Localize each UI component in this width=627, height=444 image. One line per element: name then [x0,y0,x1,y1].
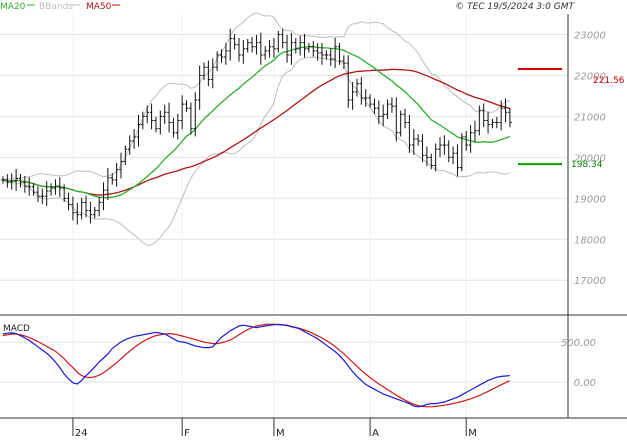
legend-ma50: MA50 [86,2,112,12]
macd-y-tick-label: 0.00 [574,378,596,389]
x-tick-label: A [372,428,379,439]
macd-y-tick-label: 500.00 [561,338,596,349]
y-tick-label: 23000 [574,30,606,41]
stock-chart: 170001800019000200002100022000230000.005… [0,0,627,440]
x-tick-label: F [184,428,190,439]
y-tick-label: 18000 [574,235,606,246]
legend: MA20 BBands MA50 [0,2,120,12]
macd-title: MACD [3,324,30,334]
chart-background [0,0,627,440]
y-tick-label: 17000 [574,276,606,287]
legend-ma20: MA20 [0,2,26,12]
legend-bbands: BBands [39,2,73,12]
x-tick-label: M [276,428,285,439]
copyright-text: © TEC 19/5/2024 3:0 GMT [455,2,575,12]
x-tick-label: 24 [75,428,88,439]
y-tick-label: 19000 [574,194,606,205]
support-label: 198.34 [571,160,603,170]
x-tick-label: M [468,428,477,439]
resistance-label: 221.56 [593,76,625,86]
y-tick-label: 21000 [574,112,606,123]
